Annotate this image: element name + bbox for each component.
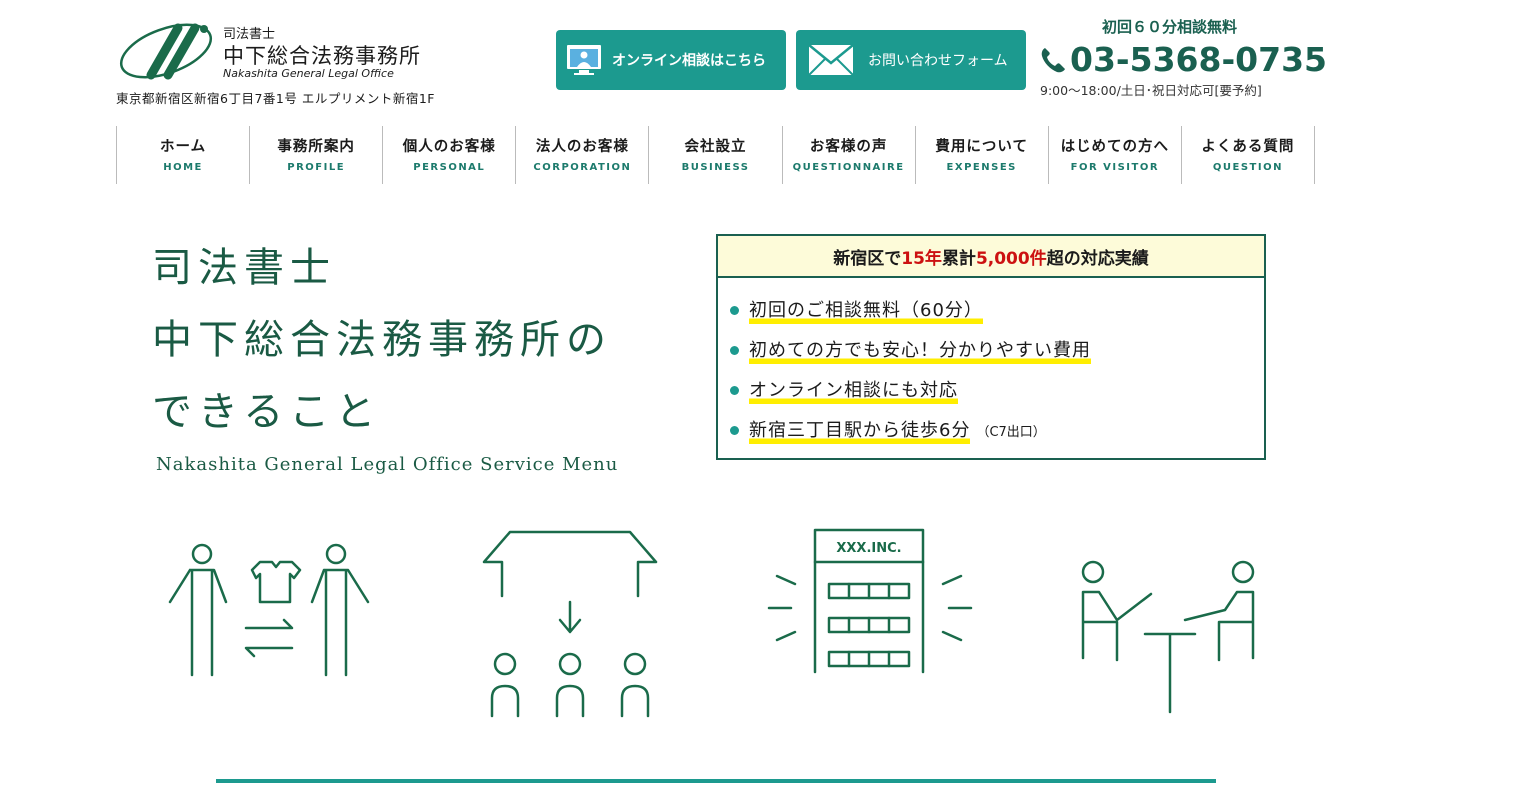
nav-item-questionnaire[interactable]: お客様の声 QUESTIONNAIRE	[783, 126, 916, 184]
feature-note: （C7出口）	[976, 424, 1046, 440]
inheritance-icon[interactable]	[480, 520, 660, 720]
nav-label: お客様の声	[809, 139, 888, 155]
hero-title: 司法書士 中下総合法務事務所の できること	[152, 232, 612, 448]
mail-icon	[808, 44, 854, 76]
nav-item-business[interactable]: 会社設立 BUSINESS	[649, 126, 783, 184]
business-hours: 9:00～18:00/土日･祝日対応可[要予約]	[1040, 83, 1262, 98]
feature-text: 初回のご相談無料（60分）	[749, 296, 983, 324]
nav-item-for-visitor[interactable]: はじめての方へ FOR VISITOR	[1049, 126, 1182, 184]
nav-label-en: FOR VISITOR	[1070, 162, 1160, 173]
heading-years: 15年	[901, 248, 942, 269]
nav-label: 法人のお客様	[535, 139, 629, 155]
office-address: 東京都新宿区新宿6丁目7番1号 エルプリメント新宿1F	[116, 91, 435, 106]
logo-english: Nakashita General Legal Office	[223, 67, 394, 80]
achievement-heading: 新宿区で 15年 累計 5,000件 超の対応実績	[718, 236, 1264, 278]
nav-label: 個人のお客様	[402, 139, 496, 155]
hero-title-line2: 中下総合法務事務所の	[152, 317, 612, 363]
company-sign-text: XXX.INC.	[836, 541, 901, 556]
hero-subtitle-en: Nakashita General Legal Office Service M…	[156, 454, 619, 475]
online-consultation-label: オンライン相談はこちら	[612, 53, 766, 69]
feature-list: 初回のご相談無料（60分） 初めての方でも安心！分かりやすい費用 オンライン相談…	[718, 278, 1264, 450]
nav-label: 会社設立	[684, 139, 747, 155]
nav-item-question[interactable]: よくある質問 QUESTION	[1182, 126, 1315, 184]
nav-item-corporation[interactable]: 法人のお客様 CORPORATION	[516, 126, 650, 184]
nav-label: ホーム	[160, 139, 207, 155]
nav-label-en: CORPORATION	[533, 162, 632, 173]
feature-text: 新宿三丁目駅から徒歩6分	[749, 416, 971, 444]
list-item: 初めての方でも安心！分かりやすい費用	[730, 330, 1264, 370]
heading-suffix: 超の対応実績	[1046, 248, 1149, 269]
phone-number-link[interactable]: 03-5368-0735	[1040, 40, 1327, 79]
nav-label-en: EXPENSES	[946, 162, 1017, 173]
free-consultation-note: 初回６０分相談無料	[1102, 18, 1238, 36]
nav-label-en: PERSONAL	[413, 162, 486, 173]
consultation-icon[interactable]	[1075, 552, 1265, 717]
nav-label-en: BUSINESS	[681, 162, 750, 173]
hero-title-line3: できること	[152, 389, 382, 435]
global-nav: ホーム HOME 事務所案内 PROFILE 個人のお客様 PERSONAL 法人のお…	[116, 126, 1315, 184]
bullet-icon	[730, 305, 739, 315]
nav-label-en: PROFILE	[287, 162, 346, 173]
nav-item-expenses[interactable]: 費用について EXPENSES	[916, 126, 1049, 184]
online-consultation-icon	[564, 40, 604, 80]
nav-label-en: QUESTION	[1212, 162, 1283, 173]
feature-text: オンライン相談にも対応	[749, 376, 958, 404]
feature-text: 初めての方でも安心！分かりやすい費用	[749, 336, 1091, 364]
heading-prefix: 新宿区で	[833, 248, 902, 269]
contact-form-button[interactable]: お問い合わせフォーム	[796, 30, 1026, 90]
property-transfer-icon[interactable]	[160, 520, 375, 685]
bullet-icon	[730, 425, 739, 435]
bullet-icon	[730, 385, 739, 395]
nav-label: はじめての方へ	[1060, 139, 1170, 155]
heading-count: 5,000件	[975, 248, 1047, 269]
nav-label-en: QUESTIONNAIRE	[792, 162, 905, 173]
heading-mid: 累計	[941, 248, 976, 269]
list-item: オンライン相談にも対応	[730, 370, 1264, 410]
phone-icon	[1040, 46, 1066, 74]
hero-title-line1: 司法書士	[152, 245, 336, 291]
list-item: 初回のご相談無料（60分）	[730, 290, 1264, 330]
online-consultation-button[interactable]: オンライン相談はこちら	[556, 30, 786, 90]
nav-label: 費用について	[935, 139, 1028, 155]
logo-emblem-icon	[119, 23, 213, 80]
nav-item-personal[interactable]: 個人のお客様 PERSONAL	[383, 126, 517, 184]
nav-label-en: HOME	[163, 162, 203, 173]
nav-label: 事務所案内	[277, 139, 355, 155]
section-divider	[216, 779, 1216, 783]
company-building-icon[interactable]: XXX.INC.	[765, 526, 975, 676]
logo-title: 中下総合法務事務所	[223, 44, 421, 68]
nav-item-home[interactable]: ホーム HOME	[117, 126, 251, 184]
nav-label: よくある質問	[1201, 139, 1295, 155]
site-logo[interactable]: 司法書士 中下総合法務事務所 Nakashita General Legal O…	[116, 20, 446, 84]
bullet-icon	[730, 345, 739, 355]
list-item: 新宿三丁目駅から徒歩6分 （C7出口）	[730, 410, 1264, 450]
achievement-box: 新宿区で 15年 累計 5,000件 超の対応実績 初回のご相談無料（60分） 初めて…	[716, 234, 1266, 460]
phone-number: 03-5368-0735	[1070, 40, 1328, 79]
nav-item-profile[interactable]: 事務所案内 PROFILE	[250, 126, 384, 184]
contact-form-label: お問い合わせフォーム	[868, 53, 1008, 69]
